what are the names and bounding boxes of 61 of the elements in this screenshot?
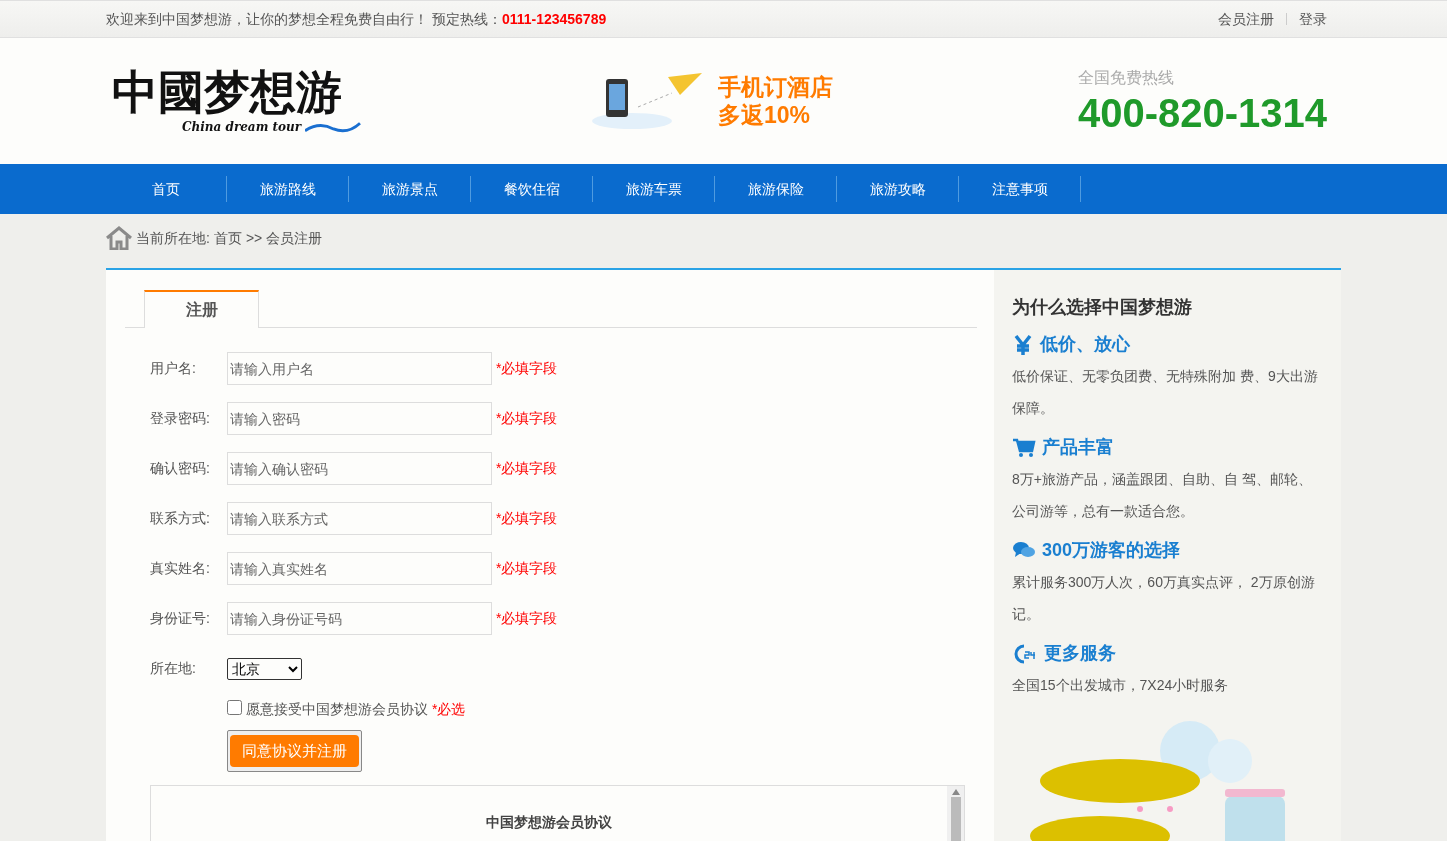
home-icon [106,226,132,250]
clock-24-icon [1012,642,1038,665]
register-tab[interactable]: 注册 [144,290,259,328]
input-field[interactable]: 请输入身份证号码 [227,602,492,635]
nav-item[interactable]: 餐饮住宿 [471,178,592,200]
promo-text: 多返10% [718,101,812,129]
required-note: *必填字段 [496,359,558,378]
top-link[interactable]: 会员注册 [1218,8,1274,30]
sidebar-title: 为什么选择中国梦想游 [1012,296,1193,319]
feature-text: 累计服务300万人次，60万真实点评， 2万原创游记。 [1012,573,1316,624]
required-note: *必填字段 [496,609,558,628]
agreement-text: 愿意接受中国梦想游会员协议 [246,700,428,719]
promo-text: 手机订酒店 [718,73,833,101]
feature-text: 低价保证、无零负团费、无特殊附加 费、9大出游保障。 [1012,367,1319,418]
feature-title: 300万游客的选择 [1042,539,1181,562]
agreement-title: 中国梦想游会员协议 [486,813,612,832]
feature-title: 更多服务 [1044,642,1116,665]
feature-title: 产品丰富 [1042,436,1114,459]
hotline-number: 400-820-1314 [1077,90,1327,136]
breadcrumb-link[interactable]: 会员注册 [266,227,323,249]
required-note: *必填字段 [496,509,558,528]
feature-text: 8万+旅游产品，涵盖跟团、自助、自 驾、邮轮、公司游等，总有一款适合您。 [1012,470,1313,521]
logo-subtitle: China dream tour [182,119,302,136]
scroll-up-icon[interactable] [951,789,960,795]
cart-icon [1012,436,1036,459]
input-field[interactable]: 请输入联系方式 [227,502,492,535]
top-link[interactable]: 登录 [1299,8,1327,30]
feature-text: 全国15个出发城市，7X24小时服务 [1012,676,1230,695]
yen-icon [1012,333,1034,356]
field-label: 所在地: [150,659,197,678]
nav-item[interactable]: 旅游车票 [593,178,714,200]
field-label: 联系方式: [150,509,211,528]
field-label: 身份证号: [150,609,211,628]
input-field[interactable]: 请输入密码 [227,402,492,435]
logo-text: 中國梦想游 [112,66,343,118]
breadcrumb-link[interactable]: 首页 [213,227,242,249]
nav-item[interactable]: 首页 [105,178,226,200]
required-note: *必填字段 [496,409,558,428]
field-label: 用户名: [150,359,197,378]
nav-item[interactable]: 旅游景点 [349,178,470,200]
hotline-label: 全国免费热线 [1077,68,1175,88]
input-field[interactable]: 请输入真实姓名 [227,552,492,585]
field-label: 登录密码: [150,409,211,428]
input-field[interactable]: 请输入确认密码 [227,452,492,485]
required-note: *必填字段 [496,559,558,578]
required-note: *必选 [432,700,466,719]
nav-item[interactable]: 旅游保险 [715,178,836,200]
breadcrumb-separator: >> [245,228,263,248]
required-note: *必填字段 [496,459,558,478]
location-select[interactable]: 北京 [227,657,302,680]
hotline-number: 0111-123456789 [501,9,607,29]
field-label: 确认密码: [150,459,211,478]
feature-title: 低价、放心 [1040,333,1130,356]
input-field[interactable]: 请输入用户名 [227,352,492,385]
agreement-checkbox[interactable] [227,700,242,715]
breadcrumb-label: 当前所在地: [136,228,210,248]
nav-item[interactable]: 注意事项 [959,178,1080,200]
nav-item[interactable]: 旅游路线 [227,178,348,200]
welcome-text: 欢迎来到中国梦想游，让你的梦想全程免费自由行！ 预定热线： [106,9,502,29]
nav-item[interactable]: 旅游攻略 [837,178,958,200]
field-label: 真实姓名: [150,559,211,578]
